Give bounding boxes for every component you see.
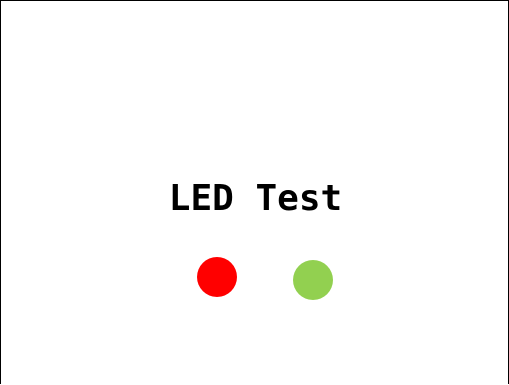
app-window: LED Test [0, 0, 509, 384]
page-title: LED Test [168, 178, 343, 219]
green-led-indicator [293, 260, 333, 300]
red-led-indicator [197, 257, 237, 297]
